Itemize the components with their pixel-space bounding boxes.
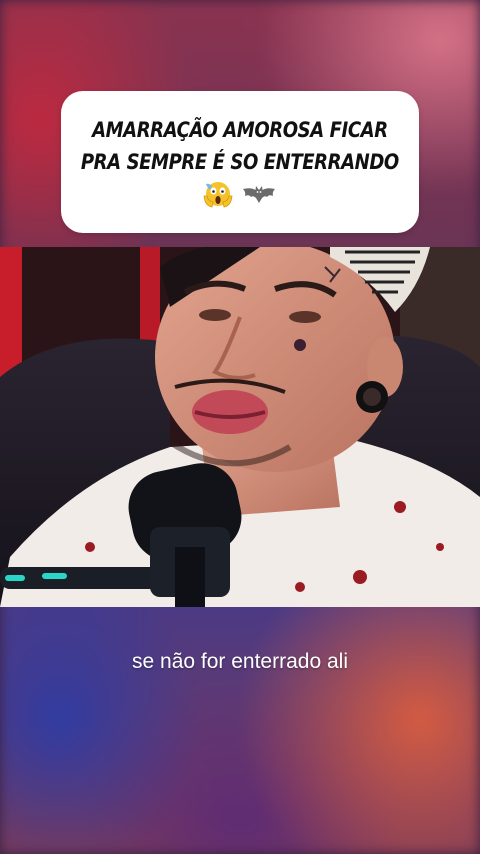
video-scene-illustration	[0, 247, 480, 607]
caption-line-1: AMARRAÇÃO AMOROSA FICAR	[92, 118, 388, 142]
caption-line-2: PRA SEMPRE É SO ENTERRANDO	[81, 150, 399, 174]
screaming-face-icon	[203, 182, 233, 208]
caption-emojis	[201, 180, 279, 210]
video-subtitle: se não for enterrado ali	[132, 650, 348, 673]
caption-card: AMARRAÇÃO AMOROSA FICAR PRA SEMPRE É SO …	[61, 91, 419, 233]
bat-icon	[243, 186, 275, 203]
video-frame	[0, 247, 480, 607]
